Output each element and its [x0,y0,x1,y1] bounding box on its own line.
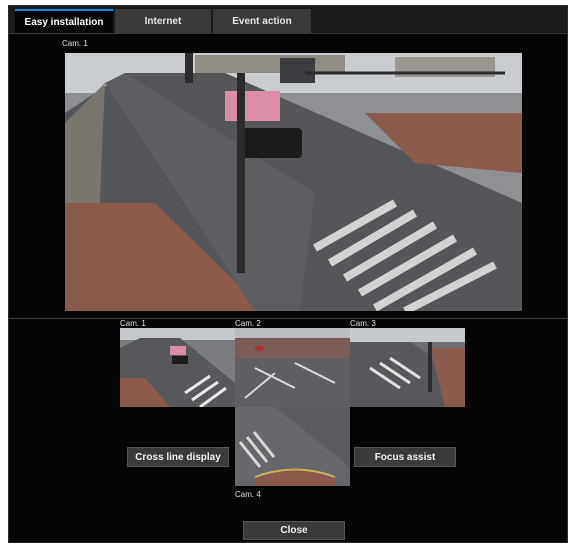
thumbnail-cam2[interactable] [235,328,350,407]
thumbnail-cam4[interactable] [235,407,350,486]
close-button[interactable]: Close [243,521,345,540]
thumbnail-label-cam3: Cam. 3 [350,319,376,328]
section-divider [9,318,567,319]
tab-internet[interactable]: Internet [115,9,211,33]
focus-assist-button[interactable]: Focus assist [354,447,456,467]
thumbnail-cam1[interactable] [120,328,235,407]
setup-window: Easy installation Internet Event action … [8,5,568,543]
cross-line-display-button[interactable]: Cross line display [127,447,229,467]
tab-underline [9,33,567,34]
thumbnail-cam1-image [120,328,235,407]
main-camera-view[interactable] [65,53,522,311]
thumbnail-cam4-image [235,407,350,486]
thumbnail-cam3[interactable] [350,328,465,407]
tab-bar: Easy installation Internet Event action [9,6,567,33]
main-camera-label: Cam. 1 [62,39,88,48]
thumbnail-label-cam2: Cam. 2 [235,319,261,328]
thumbnail-label-cam1: Cam. 1 [120,319,146,328]
thumbnail-cam3-image [350,328,465,407]
tab-event-action[interactable]: Event action [213,9,311,33]
thumbnail-cam2-image [235,328,350,407]
tab-easy-installation[interactable]: Easy installation [15,9,113,33]
thumbnail-label-cam4: Cam. 4 [235,490,261,499]
street-scene-image [65,53,522,311]
